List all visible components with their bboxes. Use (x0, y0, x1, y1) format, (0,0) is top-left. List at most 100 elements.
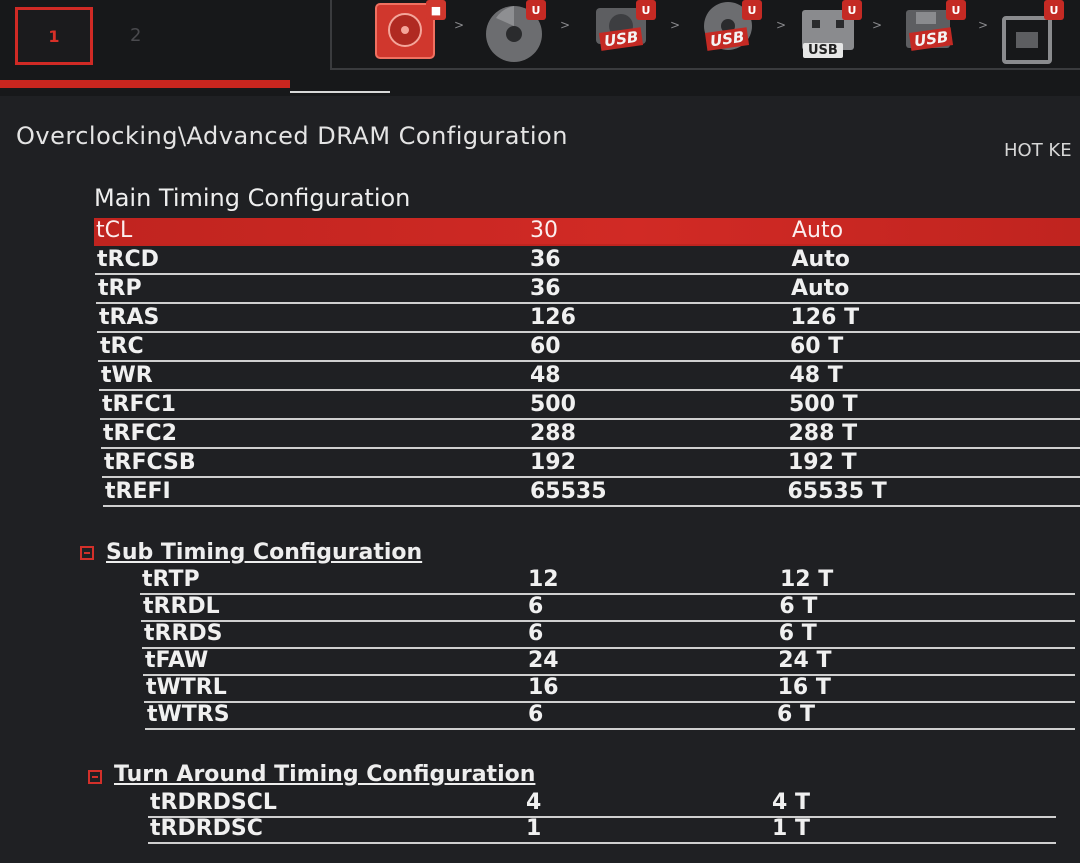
breadcrumb: Overclocking\Advanced DRAM Configuration (16, 122, 568, 150)
arrow-3: > (670, 18, 681, 32)
timing-row-trfc1[interactable]: tRFC1 500 500 T (100, 392, 1080, 420)
arrow-4: > (776, 18, 787, 32)
timing-name: tWTRL (146, 675, 227, 700)
timing-current-value: 192 (530, 450, 576, 475)
timing-current-value: 1 (526, 816, 542, 841)
timing-name: tCL (96, 218, 133, 243)
timing-name: tRRDL (143, 594, 220, 619)
timing-current-value: 12 (528, 567, 559, 592)
timing-row-twtrs[interactable]: tWTRS 6 6 T (145, 702, 1075, 730)
collapse-icon[interactable] (88, 770, 102, 784)
timing-setting-field[interactable]: 500 T (789, 392, 858, 417)
timing-row-trfcsb[interactable]: tRFCSB 192 192 T (102, 450, 1080, 478)
timing-setting-field[interactable]: 16 T (778, 675, 831, 700)
boot-device-1[interactable]: ■ (374, 0, 446, 64)
timing-name: tRFC1 (102, 392, 176, 417)
timing-current-value: 36 (530, 276, 561, 301)
timing-setting-field[interactable]: 192 T (788, 450, 857, 475)
timing-current-value: 500 (530, 392, 576, 417)
timing-name: tRFCSB (104, 450, 196, 475)
boot-device-5[interactable]: U USB (798, 0, 862, 64)
timing-setting-field[interactable]: 4 T (772, 790, 810, 815)
timing-current-value: 126 (530, 305, 576, 330)
timing-name: tREFI (105, 479, 171, 504)
timing-row-tcl[interactable]: tCL 30 Auto (94, 218, 1080, 246)
boot-badge-4: U (742, 0, 762, 20)
timing-row-trp[interactable]: tRP 36 Auto (96, 276, 1080, 304)
section-title-main-timing: Main Timing Configuration (94, 184, 411, 212)
timing-setting-field[interactable]: Auto (792, 247, 850, 272)
timing-setting-field[interactable]: 48 T (790, 363, 843, 388)
timing-current-value: 60 (530, 334, 561, 359)
timing-setting-field[interactable]: 6 T (777, 702, 815, 727)
timing-setting-field[interactable]: 1 T (772, 816, 810, 841)
timing-setting-field[interactable]: 12 T (780, 567, 833, 592)
boot-device-2[interactable]: U (482, 0, 546, 64)
active-tab-underline (0, 80, 290, 88)
tab-underline-rest (290, 91, 390, 93)
timing-row-trcd[interactable]: tRCD 36 Auto (95, 247, 1080, 275)
timing-row-trdrdsc[interactable]: tRDRDSC 1 1 T (148, 816, 1056, 844)
timing-row-trc[interactable]: tRC 60 60 T (98, 334, 1080, 362)
timing-current-value: 36 (530, 247, 561, 272)
collapse-icon[interactable] (80, 546, 94, 560)
timing-row-trdrdscl[interactable]: tRDRDSCL 4 4 T (148, 790, 1056, 818)
timing-current-value: 6 (528, 702, 544, 727)
arrow-6: > (978, 18, 989, 32)
tab-2[interactable]: 2 (130, 25, 141, 46)
tab-1[interactable]: 1 (15, 7, 93, 65)
boot-badge-3: U (636, 0, 656, 20)
timing-name: tRDRDSC (150, 816, 263, 841)
timing-current-value: 65535 (530, 479, 607, 504)
timing-current-value: 48 (530, 363, 561, 388)
section-title-sub-timing[interactable]: Sub Timing Configuration (106, 540, 422, 565)
timing-name: tFAW (145, 648, 209, 673)
timing-setting-field[interactable]: 24 T (778, 648, 831, 673)
timing-name: tRDRDSCL (150, 790, 277, 815)
timing-setting-field[interactable]: 65535 T (788, 479, 887, 504)
timing-setting-field[interactable]: 60 T (790, 334, 843, 359)
timing-name: tRAS (99, 305, 160, 330)
timing-setting-field[interactable]: Auto (792, 218, 843, 243)
boot-device-7[interactable]: U (1000, 0, 1064, 64)
timing-current-value: 6 (528, 594, 544, 619)
usb-tag-5: USB (803, 43, 843, 58)
timing-row-trrdl[interactable]: tRRDL 6 6 T (141, 594, 1075, 622)
boot-badge-7: U (1044, 0, 1064, 20)
timing-row-tras[interactable]: tRAS 126 126 T (97, 305, 1080, 333)
timing-name: tRC (100, 334, 144, 359)
timing-name: tRRDS (144, 621, 223, 646)
timing-name: tRCD (97, 247, 159, 272)
timing-row-trfc2[interactable]: tRFC2 288 288 T (101, 421, 1080, 449)
timing-row-trefi[interactable]: tREFI 65535 65535 T (103, 479, 1080, 507)
arrow-2: > (560, 18, 571, 32)
timing-row-twr[interactable]: tWR 48 48 T (99, 363, 1080, 391)
timing-name: tRTP (142, 567, 200, 592)
timing-row-trrds[interactable]: tRRDS 6 6 T (142, 621, 1075, 649)
timing-row-twtrl[interactable]: tWTRL 16 16 T (144, 675, 1075, 703)
timing-current-value: 6 (528, 621, 544, 646)
timing-setting-field[interactable]: Auto (791, 276, 849, 301)
timing-row-tfaw[interactable]: tFAW 24 24 T (143, 648, 1075, 676)
timing-current-value: 30 (530, 218, 558, 243)
boot-badge-6: U (946, 0, 966, 20)
timing-setting-field[interactable]: 6 T (779, 621, 817, 646)
timing-current-value: 24 (528, 648, 559, 673)
timing-name: tRFC2 (103, 421, 177, 446)
boot-priority-bar: ■ > U > U USB > U USB > U USB > U USB > … (330, 0, 1080, 70)
boot-badge-2: U (526, 0, 546, 20)
timing-setting-field[interactable]: 126 T (791, 305, 860, 330)
timing-setting-field[interactable]: 288 T (789, 421, 858, 446)
timing-row-trtp[interactable]: tRTP 12 12 T (140, 567, 1075, 595)
arrow-5: > (872, 18, 883, 32)
timing-name: tRP (98, 276, 142, 301)
section-title-turn-around[interactable]: Turn Around Timing Configuration (114, 762, 535, 787)
boot-device-4[interactable]: U USB (698, 0, 762, 64)
hotkey-button[interactable]: HOT KE (1004, 140, 1072, 161)
timing-name: tWR (101, 363, 153, 388)
timing-current-value: 16 (528, 675, 559, 700)
timing-setting-field[interactable]: 6 T (779, 594, 817, 619)
boot-device-6[interactable]: U USB (902, 0, 966, 64)
boot-device-3[interactable]: U USB (592, 0, 656, 64)
timing-name: tWTRS (147, 702, 230, 727)
